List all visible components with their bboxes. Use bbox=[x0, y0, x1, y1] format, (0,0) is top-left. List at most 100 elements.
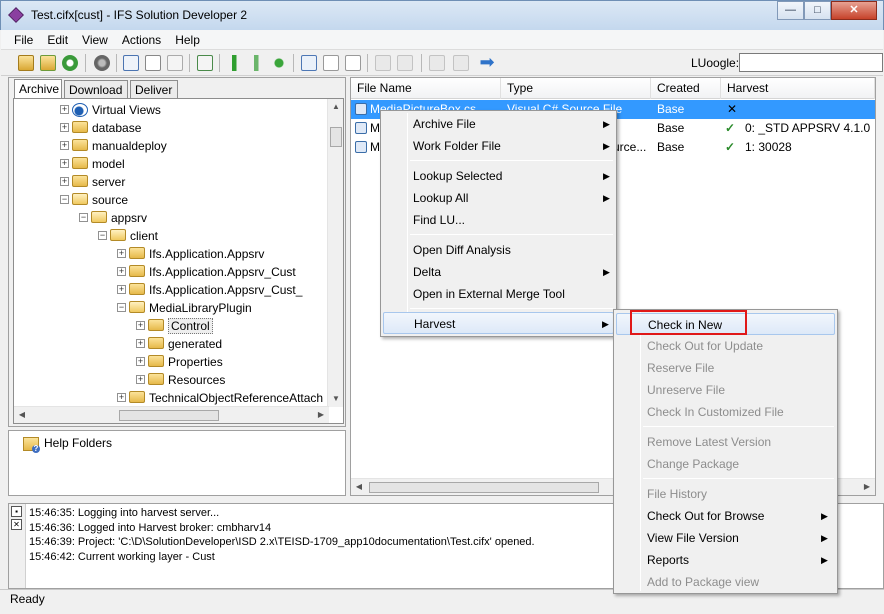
column-created[interactable]: Created bbox=[651, 78, 721, 99]
menu-item-remove-latest-version[interactable]: Remove Latest Version bbox=[617, 431, 834, 453]
column-type[interactable]: Type bbox=[501, 78, 651, 99]
scroll-thumb[interactable] bbox=[330, 127, 342, 147]
scroll-left-icon[interactable]: ◀ bbox=[14, 407, 30, 423]
scroll-left-icon[interactable]: ◀ bbox=[351, 479, 367, 495]
tree-item-properties[interactable]: + Properties bbox=[136, 352, 223, 370]
luoogle-search-input[interactable] bbox=[739, 53, 883, 72]
edit-document-icon[interactable] bbox=[145, 55, 161, 71]
help-folders-item[interactable]: Help Folders bbox=[23, 436, 112, 453]
menu-item-lookup-selected[interactable]: Lookup Selected ▶ bbox=[384, 165, 613, 187]
compare-icon[interactable] bbox=[197, 55, 213, 71]
open-project-icon[interactable] bbox=[40, 55, 56, 71]
expand-icon[interactable]: + bbox=[60, 177, 69, 187]
tree-item-client[interactable]: − client bbox=[98, 226, 158, 244]
menu-item-find-lu[interactable]: Find LU... bbox=[384, 209, 613, 231]
tree-item-technical-object-reference[interactable]: + TechnicalObjectReferenceAttach bbox=[117, 388, 323, 406]
expand-icon[interactable]: + bbox=[60, 105, 69, 115]
menu-item-delta[interactable]: Delta ▶ bbox=[384, 261, 613, 283]
tree-item-ifs-appsrv-cust[interactable]: + Ifs.Application.Appsrv_Cust bbox=[117, 262, 296, 280]
tree-item-control[interactable]: + Control bbox=[136, 316, 213, 334]
expand-icon[interactable]: + bbox=[136, 321, 145, 331]
menu-item-work-folder-file[interactable]: Work Folder File ▶ bbox=[384, 135, 613, 157]
scroll-up-icon[interactable]: ▲ bbox=[328, 99, 343, 115]
new-file-icon[interactable] bbox=[167, 55, 183, 71]
expand-icon[interactable]: + bbox=[60, 141, 69, 151]
tree-item-manualdeploy[interactable]: + manualdeploy bbox=[60, 136, 167, 154]
column-harvest[interactable]: Harvest bbox=[721, 78, 875, 99]
scroll-thumb[interactable] bbox=[369, 482, 599, 493]
menu-item-add-to-package-view[interactable]: Add to Package view bbox=[617, 571, 834, 593]
tree-item-database[interactable]: + database bbox=[60, 118, 141, 136]
page-icon[interactable] bbox=[301, 55, 317, 71]
scroll-right-icon[interactable]: ▶ bbox=[859, 479, 875, 495]
menu-item-check-out-for-browse[interactable]: Check Out for Browse ▶ bbox=[617, 505, 834, 527]
expand-icon[interactable]: + bbox=[60, 123, 69, 133]
menu-item-reports[interactable]: Reports ▶ bbox=[617, 549, 834, 571]
arrow-right-green-icon[interactable] bbox=[249, 55, 265, 71]
tree-item-source[interactable]: − source bbox=[60, 190, 128, 208]
menu-item-reserve-file[interactable]: Reserve File bbox=[617, 357, 834, 379]
menu-item-check-in-customized[interactable]: Check In Customized File bbox=[617, 401, 834, 423]
refresh-icon[interactable] bbox=[62, 55, 78, 71]
expand-icon[interactable]: + bbox=[117, 249, 126, 259]
pin-icon[interactable]: ▪ bbox=[11, 506, 22, 517]
arrow-up-green-icon[interactable] bbox=[227, 55, 243, 71]
expand-icon[interactable]: + bbox=[117, 285, 126, 295]
menu-item-archive-file[interactable]: Archive File ▶ bbox=[384, 113, 613, 135]
back-disabled-icon[interactable] bbox=[453, 55, 469, 71]
tab-deliver[interactable]: Deliver bbox=[130, 80, 178, 99]
minimize-button[interactable]: — bbox=[777, 1, 804, 20]
collapse-icon[interactable]: − bbox=[117, 303, 126, 313]
tab-download[interactable]: Download bbox=[64, 80, 128, 99]
copy-disabled-icon[interactable] bbox=[375, 55, 391, 71]
menu-item-open-diff-analysis[interactable]: Open Diff Analysis bbox=[384, 239, 613, 261]
collapse-icon[interactable]: − bbox=[98, 231, 107, 241]
document-icon[interactable] bbox=[123, 55, 139, 71]
menu-item-harvest[interactable]: Harvest ▶ bbox=[383, 312, 614, 334]
open-folder-icon[interactable] bbox=[18, 55, 34, 71]
calculator-icon[interactable] bbox=[429, 55, 445, 71]
arrow-right-icon[interactable]: ➡ bbox=[479, 53, 495, 71]
scroll-right-icon[interactable]: ▶ bbox=[313, 407, 329, 423]
menu-actions[interactable]: Actions bbox=[115, 30, 168, 48]
menu-item-check-out-for-update[interactable]: Check Out for Update bbox=[617, 335, 834, 357]
tree-item-generated[interactable]: + generated bbox=[136, 334, 222, 352]
collapse-icon[interactable]: − bbox=[60, 195, 69, 205]
upload-icon[interactable] bbox=[323, 55, 339, 71]
menu-view[interactable]: View bbox=[75, 30, 115, 48]
close-log-icon[interactable]: ✕ bbox=[11, 519, 22, 530]
tree-item-media-library-plugin[interactable]: − MediaLibraryPlugin bbox=[117, 298, 252, 316]
settings-gear-icon[interactable] bbox=[94, 55, 110, 71]
expand-icon[interactable]: + bbox=[60, 159, 69, 169]
move-icon[interactable] bbox=[271, 55, 287, 71]
menu-item-change-package[interactable]: Change Package bbox=[617, 453, 834, 475]
menu-item-unreserve-file[interactable]: Unreserve File bbox=[617, 379, 834, 401]
menu-help[interactable]: Help bbox=[168, 30, 207, 48]
tree-item-resources[interactable]: + Resources bbox=[136, 370, 225, 388]
menu-item-lookup-all[interactable]: Lookup All ▶ bbox=[384, 187, 613, 209]
menu-item-file-history[interactable]: File History bbox=[617, 483, 834, 505]
tree-item-virtual-views[interactable]: + Virtual Views bbox=[60, 100, 161, 118]
tree-item-ifs-appsrv-cust2[interactable]: + Ifs.Application.Appsrv_Cust_ bbox=[117, 280, 302, 298]
tree-vertical-scrollbar[interactable]: ▲ ▼ bbox=[327, 99, 343, 407]
tab-archive[interactable]: Archive bbox=[14, 79, 62, 100]
paste-disabled-icon[interactable] bbox=[397, 55, 413, 71]
column-file-name[interactable]: File Name bbox=[351, 78, 501, 99]
collapse-icon[interactable]: − bbox=[79, 213, 88, 223]
maximize-button[interactable]: □ bbox=[804, 1, 831, 20]
tree-item-model[interactable]: + model bbox=[60, 154, 125, 172]
download-icon[interactable] bbox=[345, 55, 361, 71]
menu-edit[interactable]: Edit bbox=[40, 30, 75, 48]
menu-file[interactable]: File bbox=[1, 30, 40, 48]
expand-icon[interactable]: + bbox=[117, 267, 126, 277]
close-button[interactable]: ✕ bbox=[831, 1, 877, 20]
scroll-thumb[interactable] bbox=[119, 410, 219, 421]
tree-item-server[interactable]: + server bbox=[60, 172, 125, 190]
expand-icon[interactable]: + bbox=[117, 393, 126, 403]
tree-horizontal-scrollbar[interactable]: ◀ ▶ bbox=[14, 406, 329, 423]
tree-item-ifs-appsrv[interactable]: + Ifs.Application.Appsrv bbox=[117, 244, 264, 262]
expand-icon[interactable]: + bbox=[136, 375, 145, 385]
menu-item-open-external-merge[interactable]: Open in External Merge Tool bbox=[384, 283, 613, 305]
tree-item-appsrv[interactable]: − appsrv bbox=[79, 208, 147, 226]
expand-icon[interactable]: + bbox=[136, 357, 145, 367]
